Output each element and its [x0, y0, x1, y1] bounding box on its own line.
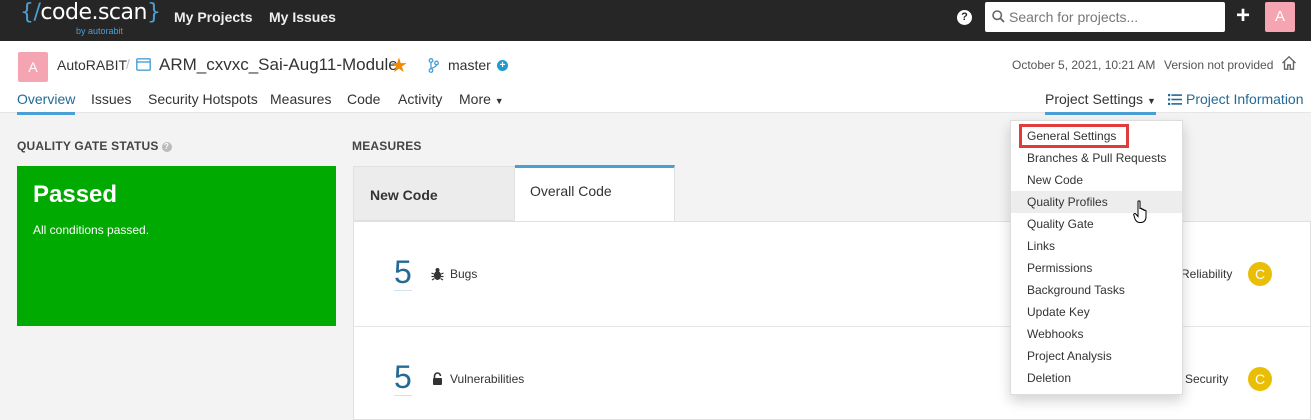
project-settings-dropdown: General Settings Branches & Pull Request…	[1010, 120, 1183, 395]
breadcrumb-separator: /	[126, 56, 130, 72]
menu-item-project-analysis[interactable]: Project Analysis	[1011, 345, 1182, 367]
favorite-star-icon[interactable]: ★	[390, 53, 408, 78]
search-icon	[992, 10, 1005, 23]
bugs-count[interactable]: 5	[394, 254, 412, 291]
home-icon[interactable]	[1281, 55, 1297, 71]
menu-item-links[interactable]: Links	[1011, 235, 1182, 257]
quality-gate-message: All conditions passed.	[33, 223, 150, 237]
annotation-highlight-box	[1019, 124, 1129, 148]
vulnerabilities-count[interactable]: 5	[394, 359, 412, 396]
org-avatar[interactable]: A	[18, 52, 48, 82]
search-input[interactable]	[1009, 2, 1219, 32]
caret-down-icon: ▼	[494, 96, 504, 106]
measures-heading: MEASURES	[352, 139, 422, 153]
branch-name[interactable]: master	[448, 57, 491, 73]
reliability-label: Reliability	[1181, 267, 1233, 281]
quality-gate-status: Passed	[33, 181, 118, 208]
list-icon	[1168, 94, 1182, 105]
top-navbar: {/code.scan} by autorabit My Projects My…	[0, 0, 1311, 41]
caret-down-icon: ▼	[1146, 96, 1156, 106]
project-information-label: Project Information	[1186, 91, 1304, 107]
tab-overview[interactable]: Overview	[17, 91, 76, 115]
search-box[interactable]	[985, 2, 1225, 32]
tab-more[interactable]: More ▼	[459, 91, 504, 107]
menu-item-quality-gate[interactable]: Quality Gate	[1011, 213, 1182, 235]
menu-item-background-tasks[interactable]: Background Tasks	[1011, 279, 1182, 301]
help-icon[interactable]: ?	[161, 142, 172, 152]
nav-my-projects[interactable]: My Projects	[174, 9, 253, 25]
project-information-link[interactable]: Project Information	[1168, 91, 1304, 107]
security-rating-badge[interactable]: C	[1248, 367, 1272, 391]
bug-icon	[431, 268, 444, 281]
tab-more-label: More	[459, 91, 491, 107]
plus-icon[interactable]: +	[1236, 4, 1250, 28]
branch-icon	[428, 58, 439, 73]
logo-subtext: by autorabit	[76, 26, 124, 36]
tab-security-hotspots[interactable]: Security Hotspots	[148, 91, 258, 107]
tab-activity[interactable]: Activity	[398, 91, 442, 107]
project-settings-label: Project Settings	[1045, 91, 1144, 107]
menu-item-permissions[interactable]: Permissions	[1011, 257, 1182, 279]
menu-item-deletion[interactable]: Deletion	[1011, 367, 1182, 389]
bugs-label: Bugs	[450, 267, 478, 281]
quality-gate-title: QUALITY GATE STATUS	[17, 139, 159, 153]
project-name-link[interactable]: ARM_cxvxc_Sai-Aug11-Module	[159, 55, 398, 75]
tab-new-code-label: New Code	[370, 187, 438, 203]
quality-gate-card: Passed All conditions passed.	[17, 166, 336, 326]
user-avatar[interactable]: A	[1265, 2, 1295, 32]
project-header: A AutoRABIT / ARM_cxvxc_Sai-Aug11-Module…	[0, 41, 1311, 115]
menu-item-quality-profiles[interactable]: Quality Profiles	[1011, 191, 1182, 213]
menu-item-webhooks[interactable]: Webhooks	[1011, 323, 1182, 345]
project-icon	[136, 58, 151, 71]
hand-cursor-icon	[1133, 200, 1147, 223]
tab-measures[interactable]: Measures	[270, 91, 331, 107]
quality-gate-heading: QUALITY GATE STATUS?	[17, 139, 172, 153]
menu-item-update-key[interactable]: Update Key	[1011, 301, 1182, 323]
org-name-link[interactable]: AutoRABIT	[57, 57, 127, 73]
tab-overall-code[interactable]: Overall Code	[515, 165, 675, 222]
security-label: Security	[1185, 372, 1229, 386]
help-icon[interactable]: ?	[957, 10, 972, 25]
reliability-rating-badge[interactable]: C	[1248, 262, 1272, 286]
menu-item-branches-pull-requests[interactable]: Branches & Pull Requests	[1011, 147, 1182, 169]
branch-add-icon[interactable]: +	[497, 60, 508, 71]
project-settings-menu[interactable]: Project Settings ▼	[1045, 91, 1156, 115]
menu-item-new-code[interactable]: New Code	[1011, 169, 1182, 191]
vulnerabilities-label: Vulnerabilities	[450, 372, 525, 386]
tab-overall-code-label: Overall Code	[530, 183, 612, 199]
logo-text: code.scan	[40, 0, 147, 25]
lock-icon	[433, 372, 442, 385]
tab-issues[interactable]: Issues	[91, 91, 131, 107]
analysis-date: October 5, 2021, 10:21 AM	[1012, 58, 1156, 72]
tab-code[interactable]: Code	[347, 91, 380, 107]
nav-my-issues[interactable]: My Issues	[269, 9, 336, 25]
project-version: Version not provided	[1164, 58, 1274, 72]
tab-new-code[interactable]: New Code	[353, 166, 515, 221]
